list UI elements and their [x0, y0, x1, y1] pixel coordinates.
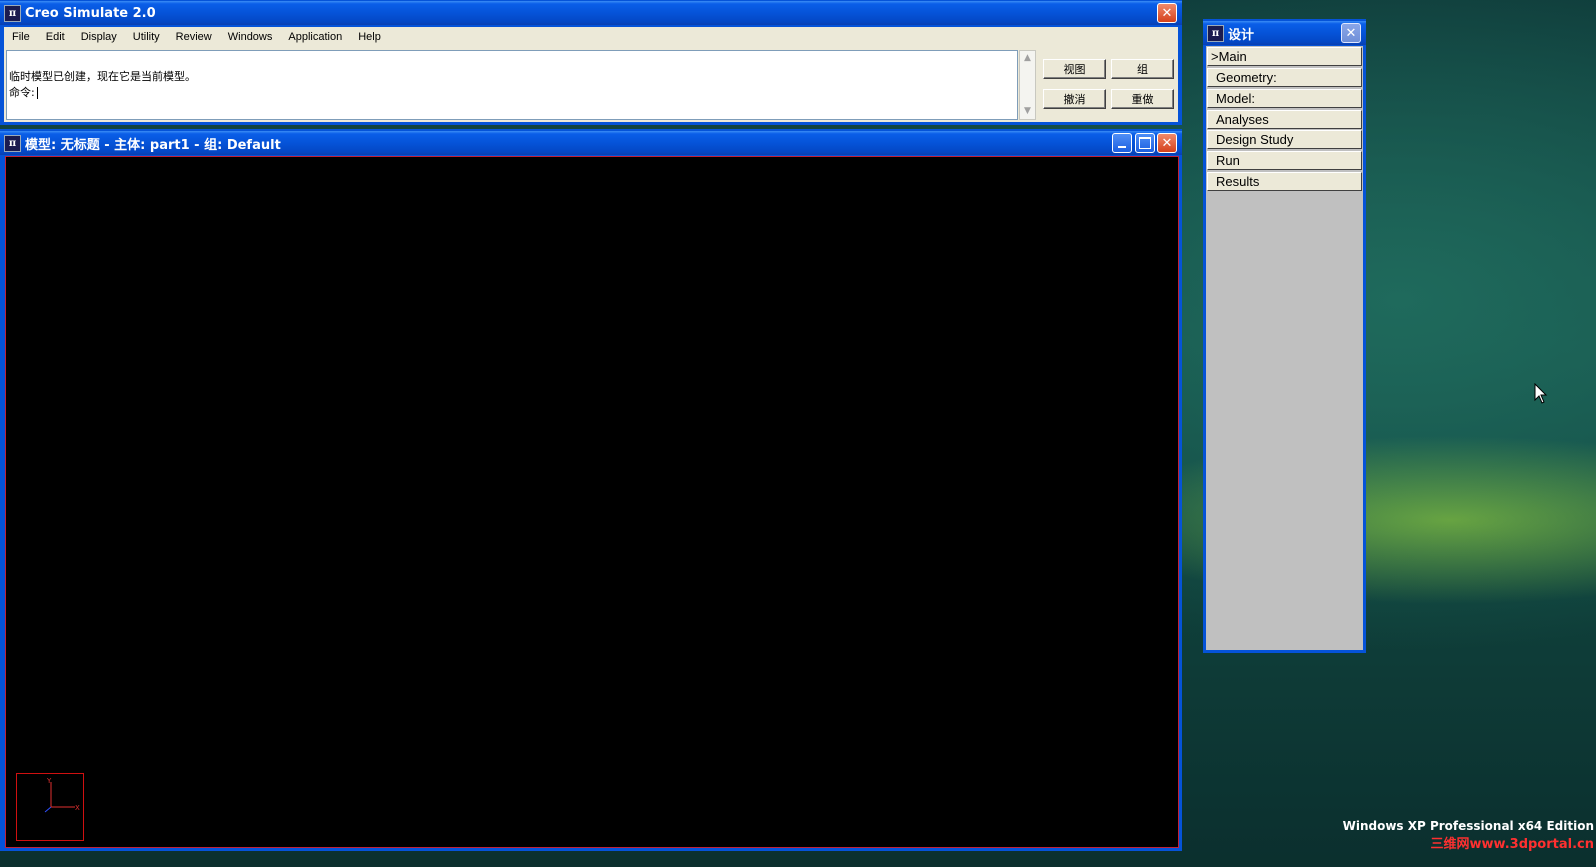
triad-axes: Y X	[44, 777, 80, 813]
menu-application[interactable]: Application	[280, 31, 350, 43]
close-icon: ✕	[1161, 5, 1173, 21]
menu-item-main[interactable]: >Main	[1207, 47, 1362, 66]
menu-edit[interactable]: Edit	[38, 31, 73, 43]
model-minimize-button[interactable]	[1112, 133, 1132, 153]
text-cursor	[36, 87, 38, 99]
model-window-title: 模型: 无标题 - 主体: part1 - 组: Default	[25, 137, 281, 153]
svg-text:X: X	[75, 804, 80, 812]
menu-windows[interactable]: Windows	[220, 31, 281, 43]
close-icon: ✕	[1345, 25, 1357, 41]
scroll-down-icon[interactable]: ▼	[1021, 105, 1034, 118]
model-window-titlebar[interactable]: π 模型: 无标题 - 主体: part1 - 组: Default	[0, 131, 1182, 155]
view-button[interactable]: 视图	[1043, 59, 1106, 79]
menu-utility[interactable]: Utility	[125, 31, 168, 43]
model-close-button[interactable]: ✕	[1157, 133, 1177, 153]
menu-bar: File Edit Display Utility Review Windows…	[4, 27, 1178, 47]
design-panel-title: 设计	[1228, 27, 1255, 43]
menu-item-design-study[interactable]: Design Study	[1207, 130, 1362, 149]
menu-item-model[interactable]: Model:	[1207, 89, 1362, 108]
design-panel-icon: π	[1207, 24, 1224, 42]
model-window-icon: π	[4, 134, 21, 152]
redo-button[interactable]: 重做	[1111, 89, 1174, 109]
menu-item-geometry[interactable]: Geometry:	[1207, 68, 1362, 87]
scroll-up-icon[interactable]: ▲	[1021, 52, 1034, 65]
minimize-icon	[1118, 146, 1126, 148]
menu-help[interactable]: Help	[350, 31, 389, 43]
site-watermark: 三维网www.3dportal.cn	[1430, 837, 1594, 852]
command-line[interactable]: 命令:	[9, 85, 1017, 101]
command-prompt: 命令:	[9, 86, 35, 99]
menu-item-analyses[interactable]: Analyses	[1207, 110, 1362, 129]
close-icon: ✕	[1161, 135, 1173, 151]
graphics-viewport[interactable]: Y X	[5, 156, 1179, 848]
undo-button[interactable]: 撤消	[1043, 89, 1106, 109]
main-close-button[interactable]: ✕	[1157, 3, 1177, 23]
app-icon: π	[4, 4, 21, 22]
coordinate-triad-icon: Y X	[16, 773, 84, 841]
group-button[interactable]: 组	[1111, 59, 1174, 79]
svg-text:Y: Y	[46, 777, 52, 785]
maximize-icon	[1139, 137, 1151, 149]
menu-item-results[interactable]: Results	[1207, 172, 1362, 191]
main-window-title: Creo Simulate 2.0	[25, 5, 156, 21]
mouse-cursor-icon	[1534, 383, 1548, 404]
message-line: 临时模型已创建，现在它是当前模型。	[9, 70, 196, 83]
menu-review[interactable]: Review	[168, 31, 220, 43]
menu-display[interactable]: Display	[73, 31, 125, 43]
message-area[interactable]: 临时模型已创建，现在它是当前模型。 命令:	[6, 50, 1018, 120]
message-scrollbar[interactable]: ▲ ▼	[1019, 50, 1036, 120]
menu-item-run[interactable]: Run	[1207, 151, 1362, 170]
menu-file[interactable]: File	[4, 31, 38, 43]
os-edition-label: Windows XP Professional x64 Edition	[1342, 819, 1594, 833]
model-maximize-button[interactable]	[1135, 133, 1155, 153]
main-window-titlebar[interactable]: π Creo Simulate 2.0	[0, 1, 1182, 25]
design-panel-close-button[interactable]: ✕	[1341, 23, 1361, 43]
